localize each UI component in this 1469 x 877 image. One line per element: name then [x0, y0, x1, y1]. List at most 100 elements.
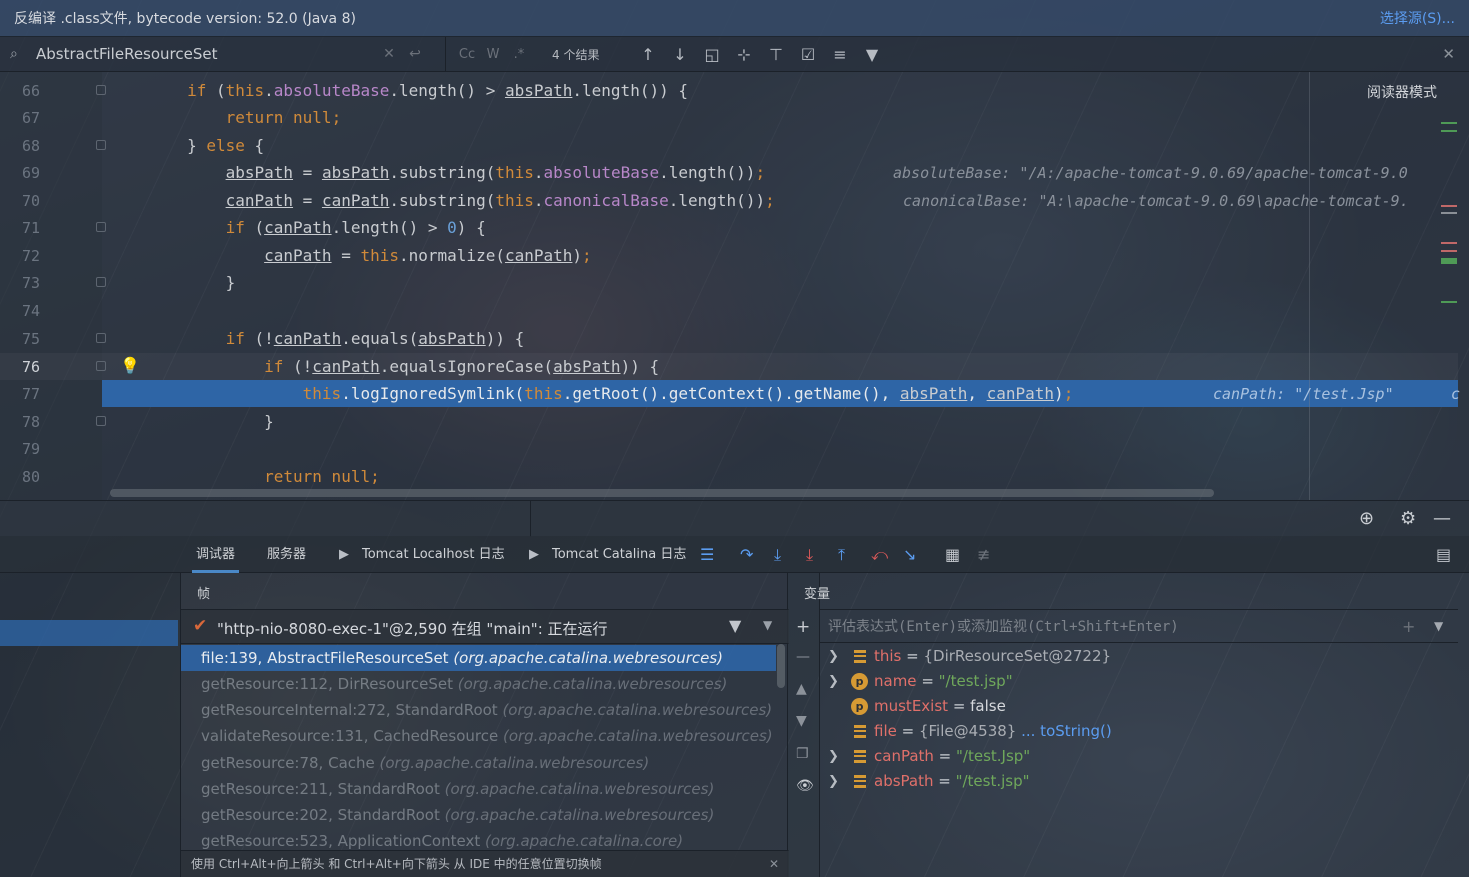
chevron-down-icon[interactable]: ▼ — [1434, 619, 1443, 633]
inline-value-hint: absoluteBase: "/A:/apache-tomcat-9.0.69/… — [893, 163, 1408, 182]
gear-icon[interactable]: ⚙ — [1400, 508, 1416, 529]
trace-stream-icon[interactable]: ≢ — [977, 545, 990, 564]
duplicate-watch-icon[interactable]: ❐ — [796, 746, 809, 762]
fold-marker-icon[interactable] — [96, 140, 106, 150]
tab-debugger[interactable]: 调试器 — [192, 536, 240, 573]
stack-frame[interactable]: file:139, AbstractFileResourceSet (org.a… — [181, 645, 776, 671]
error-stripe-marker[interactable] — [1441, 122, 1457, 124]
previous-occurrence-icon[interactable]: ↑ — [632, 45, 664, 64]
error-stripe-marker[interactable] — [1441, 258, 1457, 264]
stack-frame[interactable]: getResource:112, DirResourceSet (org.apa… — [181, 671, 776, 697]
fold-marker-icon[interactable] — [96, 277, 106, 287]
select-all-occurrences-icon[interactable]: ☑ — [792, 45, 824, 64]
lightbulb-icon[interactable]: 💡 — [120, 356, 140, 375]
variable-row[interactable]: file = {File@4538} ... toString() — [820, 719, 1450, 744]
code-text: } else { — [110, 136, 265, 155]
layout-settings-icon[interactable]: ▤ — [1436, 545, 1451, 564]
minimize-icon[interactable]: — — [1433, 508, 1451, 529]
stack-frame[interactable]: getResource:211, StandardRoot (org.apach… — [181, 776, 776, 802]
stack-frame[interactable]: getResource:78, Cache (org.apache.catali… — [181, 750, 776, 776]
error-stripe-marker[interactable] — [1441, 242, 1457, 244]
filter-icon[interactable]: ▼ — [729, 616, 741, 635]
error-stripe-marker[interactable] — [1441, 250, 1457, 252]
line-number: 80 — [21, 467, 40, 486]
search-input[interactable]: AbstractFileResourceSet — [36, 45, 376, 63]
evaluate-expression-icon[interactable]: ▦ — [945, 545, 960, 564]
fold-marker-icon[interactable] — [96, 416, 106, 426]
evaluate-expression-input[interactable] — [828, 617, 1398, 637]
fold-marker-icon[interactable] — [96, 361, 106, 371]
step-out-icon[interactable]: ⤒ — [838, 545, 845, 565]
variable-row[interactable]: ❯ p name = "/test.jsp" — [820, 669, 1450, 694]
error-stripe-marker[interactable] — [1441, 301, 1457, 303]
run-to-cursor-icon[interactable]: ↘ — [903, 545, 916, 564]
match-case-toggle[interactable]: Cc — [454, 47, 480, 62]
expand-arrow-icon[interactable]: ❯ — [828, 744, 839, 769]
variable-row[interactable]: p mustExist = false — [820, 694, 1450, 719]
drop-frame-icon[interactable]: ⤺ — [871, 545, 888, 565]
frame-package: (org.apache.catalina.webresources) — [444, 780, 715, 798]
frames-scrollbar[interactable] — [777, 644, 785, 688]
choose-source-link[interactable]: 选择源(S)... — [1380, 8, 1455, 28]
fold-marker-icon[interactable] — [96, 333, 106, 343]
error-stripe-marker[interactable] — [1441, 212, 1457, 214]
frames-hint-text: 使用 Ctrl+Alt+向上箭头 和 Ctrl+Alt+向下箭头 从 IDE 中… — [191, 857, 602, 871]
new-line-icon[interactable]: ↩ — [402, 46, 428, 62]
fold-marker-icon[interactable] — [96, 222, 106, 232]
step-over-icon[interactable]: ↷ — [740, 545, 753, 564]
banner-text: 反编译 .class文件, bytecode version: 52.0 (Ja… — [14, 11, 356, 27]
words-toggle[interactable]: W — [480, 47, 506, 62]
new-watch-icon[interactable]: + — [796, 617, 810, 637]
thread-selector[interactable]: ✔ "http-nio-8080-exec-1"@2,590 在组 "main"… — [181, 609, 789, 644]
code-line: 79 — [0, 435, 1460, 462]
line-number: 77 — [21, 384, 40, 403]
stack-frame[interactable]: getResource:523, ApplicationContext (org… — [181, 828, 776, 850]
watches-visibility-icon[interactable]: 👁 — [796, 778, 814, 794]
stack-frame[interactable]: getResourceInternal:272, StandardRoot (o… — [181, 697, 776, 723]
add-occurrence-icon[interactable]: ⊹ — [728, 45, 760, 64]
stack-frame[interactable]: validateResource:131, CachedResource (or… — [181, 723, 776, 749]
variable-text: canPath = "/test.Jsp" — [874, 747, 1031, 765]
expand-arrow-icon[interactable]: ❯ — [828, 769, 839, 794]
find-bar: ⌕ AbstractFileResourceSet ✕ ↩ Cc W .* 4 … — [0, 37, 1469, 72]
next-occurrence-icon[interactable]: ↓ — [664, 45, 696, 64]
move-up-icon[interactable]: ▲ — [796, 681, 807, 697]
error-stripe-marker[interactable] — [1441, 205, 1457, 207]
variable-row[interactable]: ❯ canPath = "/test.Jsp" — [820, 744, 1450, 769]
error-stripe-marker[interactable] — [1441, 130, 1457, 132]
variable-row[interactable]: ❯ this = {DirResourceSet@2722} — [820, 644, 1450, 669]
clear-search-icon[interactable]: ✕ — [376, 46, 402, 62]
tab-server[interactable]: 服务器 — [263, 536, 310, 573]
line-number: 78 — [21, 412, 40, 431]
to-string-link[interactable]: ... toString() — [1016, 722, 1112, 740]
code-line: 68 } else { — [0, 132, 1460, 159]
remove-occurrence-icon[interactable]: ⊤ — [760, 45, 792, 64]
move-down-icon[interactable]: ▼ — [796, 713, 807, 729]
crosshair-icon[interactable]: ⊕ — [1359, 508, 1374, 529]
fold-marker-icon[interactable] — [96, 85, 106, 95]
search-field[interactable]: ⌕ AbstractFileResourceSet ✕ ↩ — [0, 37, 446, 71]
open-in-window-icon[interactable]: ≡ — [824, 45, 856, 64]
expand-arrow-icon[interactable]: ❯ — [828, 644, 839, 669]
line-number: 76 — [21, 357, 40, 376]
left-panel-selection[interactable] — [0, 620, 178, 646]
regex-toggle[interactable]: .* — [506, 47, 532, 62]
search-icon[interactable]: ⌕ — [10, 46, 28, 62]
code-editor[interactable]: 阅读器模式 66 if (this.absoluteBase.length() … — [0, 72, 1469, 500]
expand-arrow-icon[interactable]: ❯ — [828, 669, 839, 694]
close-search-icon[interactable]: ✕ — [1442, 45, 1455, 63]
tab-tomcat-localhost-log[interactable]: Tomcat Localhost 日志 — [358, 536, 509, 573]
filter-search-results-icon[interactable]: ◱ — [696, 45, 728, 64]
show-execution-point-icon[interactable]: ☰ — [700, 545, 714, 564]
remove-watch-icon[interactable]: — — [796, 649, 810, 665]
close-hint-icon[interactable]: ✕ — [769, 851, 779, 877]
add-watch-icon[interactable]: + — [1402, 617, 1415, 636]
tab-tomcat-catalina-log[interactable]: Tomcat Catalina 日志 — [548, 536, 690, 573]
horizontal-scrollbar[interactable] — [110, 489, 1214, 497]
step-into-icon[interactable]: ⤓ — [774, 545, 781, 565]
variable-row[interactable]: ❯ absPath = "/test.jsp" — [820, 769, 1450, 794]
stack-frame[interactable]: getResource:202, StandardRoot (org.apach… — [181, 802, 776, 828]
chevron-down-icon[interactable]: ▼ — [763, 618, 772, 632]
force-step-into-icon[interactable]: ⤓ — [806, 545, 813, 565]
filter-icon[interactable]: ▼ — [856, 45, 888, 64]
